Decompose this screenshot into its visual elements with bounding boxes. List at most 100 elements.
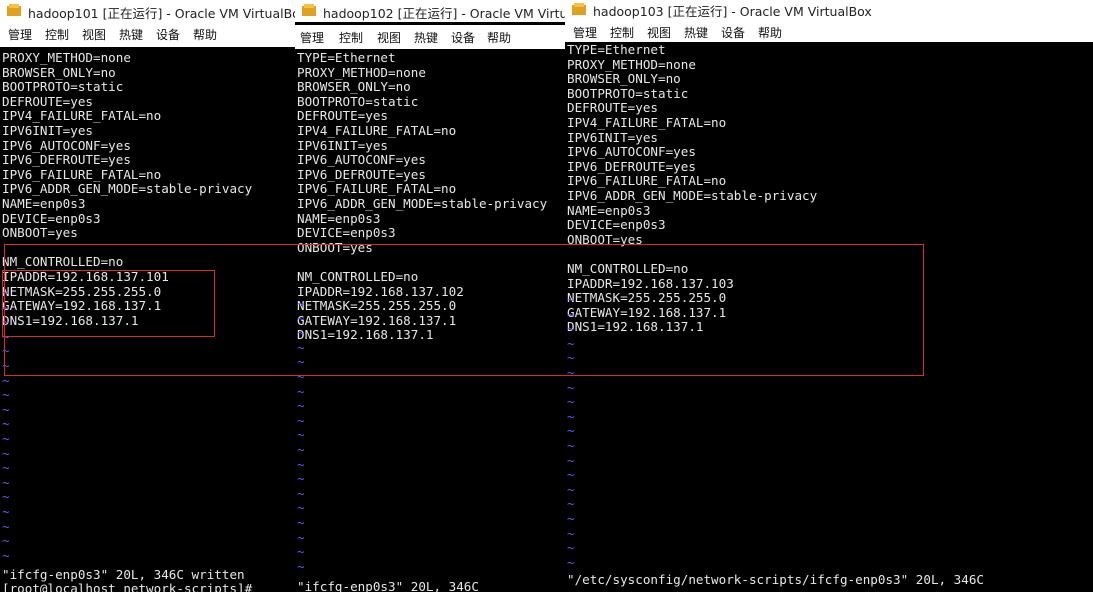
empty-line-tilde: ~ <box>567 540 575 556</box>
empty-line-tilde: ~ <box>2 431 10 446</box>
empty-line-tilde: ~ <box>567 481 575 497</box>
menu-manage[interactable]: 管理 <box>8 26 32 43</box>
empty-line-tilde: ~ <box>2 518 10 534</box>
config-line: IPV6_FAILURE_FATAL=no <box>297 181 457 197</box>
terminal-screen[interactable]: PROXY_METHOD=none BROWSER_ONLY=no BOOTPROT… <box>0 49 295 592</box>
menu-control[interactable]: 控制 <box>339 29 363 46</box>
config-line: TYPE=Ethernet <box>567 42 666 57</box>
config-line: BOOTPROTO=static <box>567 85 689 101</box>
menu-manage[interactable]: 管理 <box>573 24 597 41</box>
empty-line-tilde: ~ <box>567 365 575 380</box>
config-line: IPV6_ADDR_GEN_MODE=stable-privacy <box>2 181 253 197</box>
config-line: DEFROUTE=yes <box>2 93 93 109</box>
vim-status-line: "/etc/sysconfig/network-scripts/ifcfg-en… <box>567 572 985 587</box>
config-line: DNS1=192.168.137.1 <box>297 327 434 343</box>
config-line: PROXY_METHOD=none <box>297 64 426 80</box>
empty-line-tilde: ~ <box>297 471 305 487</box>
config-line: NM_CONTROLLED=no <box>567 261 689 276</box>
config-line: IPV6INIT=yes <box>297 137 388 153</box>
empty-line-tilde: ~ <box>297 310 305 326</box>
empty-line-tilde: ~ <box>297 442 305 457</box>
empty-line-tilde: ~ <box>2 299 10 315</box>
terminal-screen[interactable]: TYPE=Ethernet PROXY_METHOD=none BROWSER_ON… <box>565 42 1093 592</box>
empty-line-tilde: ~ <box>297 456 305 472</box>
menu-help[interactable]: 帮助 <box>193 26 217 43</box>
config-line: ONBOOT=yes <box>567 231 643 247</box>
vm-window-hadoop101[interactable]: hadoop101 [正在运行] - Oracle VM VirtualBox … <box>0 0 295 592</box>
menu-hotkey[interactable]: 热键 <box>414 29 438 46</box>
menu-control[interactable]: 控制 <box>45 26 69 43</box>
vim-status-line: "ifcfg-enp0s3" 20L, 346C <box>297 579 479 592</box>
empty-line-tilde: ~ <box>2 504 10 519</box>
config-line: IPV6_DEFROUTE=yes <box>2 152 131 168</box>
menu-devices[interactable]: 设备 <box>156 26 180 43</box>
empty-line-tilde: ~ <box>2 343 10 359</box>
menu-hotkey[interactable]: 热键 <box>684 24 708 41</box>
config-line: IPADDR=192.168.137.102 <box>297 283 464 299</box>
config-line: IPADDR=192.168.137.103 <box>567 275 734 291</box>
empty-line-tilde: ~ <box>2 358 10 373</box>
config-line: BOOTPROTO=static <box>297 93 419 109</box>
empty-line-tilde: ~ <box>567 467 575 483</box>
empty-line-tilde: ~ <box>2 460 10 476</box>
menu-help[interactable]: 帮助 <box>487 29 511 46</box>
menu-view[interactable]: 视图 <box>82 26 106 43</box>
window-title: hadoop102 [正在运行] - Oracle VM VirtualBox <box>323 6 565 21</box>
menu-devices[interactable]: 设备 <box>721 24 745 41</box>
empty-line-tilde: ~ <box>297 412 305 428</box>
empty-line-tilde: ~ <box>567 350 575 366</box>
config-line: NETMASK=255.255.255.0 <box>567 290 727 306</box>
config-line: NAME=enp0s3 <box>297 210 381 226</box>
vm-window-hadoop103[interactable]: hadoop103 [正在运行] - Oracle VM VirtualBox … <box>565 0 1093 592</box>
empty-line-tilde: ~ <box>567 452 575 468</box>
menu-bar: 管理 控制 视图 热键 设备 帮助 <box>295 25 565 50</box>
menu-devices[interactable]: 设备 <box>451 29 475 46</box>
config-line: NM_CONTROLLED=no <box>2 254 124 270</box>
terminal-screen[interactable]: TYPE=Ethernet PROXY_METHOD=none BROWSER_ON… <box>295 49 565 592</box>
config-line: IPV6_AUTOCONF=yes <box>567 144 696 160</box>
empty-line-tilde: ~ <box>2 474 10 490</box>
menu-view[interactable]: 视图 <box>647 24 671 41</box>
vm-window-hadoop102[interactable]: hadoop102 [正在运行] - Oracle VM VirtualBox … <box>295 0 565 592</box>
title-bar[interactable]: hadoop102 [正在运行] - Oracle VM VirtualBox <box>295 0 565 22</box>
virtualbox-icon <box>302 4 316 16</box>
config-line: BOOTPROTO=static <box>2 79 124 95</box>
empty-line-tilde: ~ <box>567 438 575 453</box>
config-line: BROWSER_ONLY=no <box>297 79 411 95</box>
empty-line-tilde: ~ <box>297 383 305 399</box>
config-line: NAME=enp0s3 <box>567 202 651 218</box>
empty-line-tilde: ~ <box>567 379 575 395</box>
config-line: GATEWAY=192.168.137.1 <box>297 312 457 328</box>
empty-line-tilde: ~ <box>2 314 10 330</box>
empty-line-tilde: ~ <box>297 369 305 384</box>
config-line: IPV6_ADDR_GEN_MODE=stable-privacy <box>297 196 548 211</box>
config-line: ONBOOT=yes <box>2 225 78 241</box>
menu-hotkey[interactable]: 热键 <box>119 26 143 43</box>
config-line: DEFROUTE=yes <box>297 108 388 124</box>
empty-line-tilde: ~ <box>567 408 575 424</box>
empty-line-tilde: ~ <box>297 485 305 501</box>
empty-line-tilde: ~ <box>297 544 305 560</box>
title-bar[interactable]: hadoop101 [正在运行] - Oracle VM VirtualBox <box>0 0 295 22</box>
config-line: IPV6INIT=yes <box>567 129 658 145</box>
menu-bar: 管理 控制 视图 热键 设备 帮助 <box>565 20 1093 42</box>
menu-view[interactable]: 视图 <box>377 29 401 46</box>
empty-line-tilde: ~ <box>297 325 305 341</box>
config-line: DEVICE=enp0s3 <box>297 225 396 241</box>
config-line: IPV4_FAILURE_FATAL=no <box>567 115 727 130</box>
menu-manage[interactable]: 管理 <box>300 29 324 46</box>
config-line: NM_CONTROLLED=no <box>297 269 419 284</box>
menu-help[interactable]: 帮助 <box>758 24 782 41</box>
empty-line-tilde: ~ <box>297 339 305 355</box>
title-bar[interactable]: hadoop103 [正在运行] - Oracle VM VirtualBox <box>565 0 1093 20</box>
config-line: GATEWAY=192.168.137.1 <box>2 298 162 314</box>
config-line: DNS1=192.168.137.1 <box>2 312 139 328</box>
empty-line-tilde: ~ <box>567 292 575 307</box>
shell-prompt: [root@localhost network-scripts]# <box>2 581 253 592</box>
empty-line-tilde: ~ <box>2 328 10 344</box>
menu-control[interactable]: 控制 <box>610 24 634 41</box>
empty-line-tilde: ~ <box>2 416 10 432</box>
config-line: IPV4_FAILURE_FATAL=no <box>2 108 162 124</box>
empty-line-tilde: ~ <box>2 547 10 563</box>
config-line: IPV6_DEFROUTE=yes <box>297 166 426 182</box>
